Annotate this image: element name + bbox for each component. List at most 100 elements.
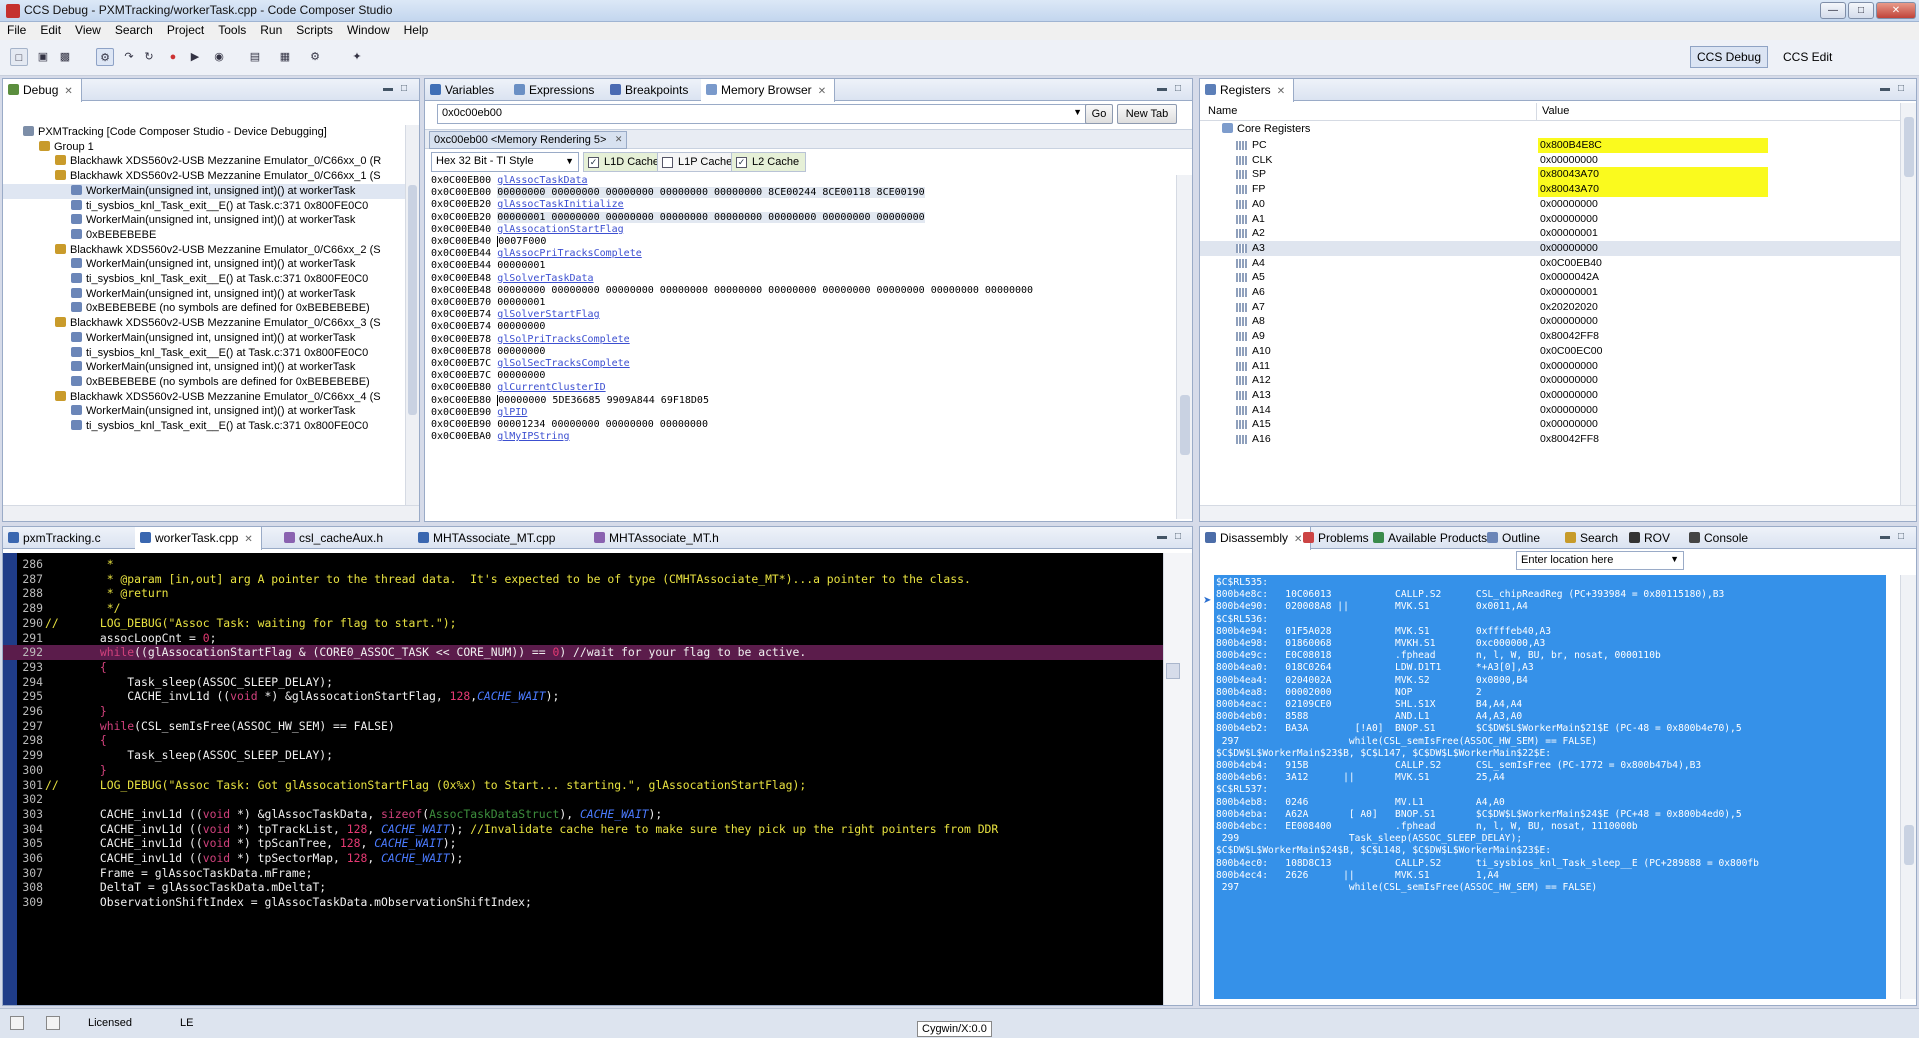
menu-window[interactable]: Window: [340, 22, 397, 37]
cache-checkbox-1[interactable]: L1P Cache: [657, 152, 740, 172]
debug-tree-row[interactable]: ti_sysbios_knl_Task_exit__E() at Task.c:…: [3, 199, 368, 214]
memory-symbol-link[interactable]: glCurrentClusterID: [497, 382, 605, 393]
maximize-button[interactable]: □: [1848, 2, 1874, 19]
debug-tree-row[interactable]: PXMTracking [Code Composer Studio - Devi…: [3, 125, 327, 140]
register-value[interactable]: 0x00000000: [1538, 417, 1768, 432]
code-line[interactable]: 296 }: [3, 704, 1163, 719]
memory-symbol-link[interactable]: glSolverTaskData: [497, 273, 593, 284]
tab-disassembly[interactable]: Disassembly ✕: [1200, 527, 1312, 550]
tab-debug[interactable]: Debug ✕: [3, 79, 82, 102]
minimize-icon[interactable]: ▬: [1157, 531, 1169, 543]
disassembly-line[interactable]: 800b4eb6: 3A12 || MVK.S1 25,A4: [1216, 772, 1505, 784]
editor-tab[interactable]: csl_cacheAux.h: [279, 527, 391, 549]
disassembly-line[interactable]: $C$DW$L$WorkerMain$23$B, $C$L147, $C$DW$…: [1216, 748, 1551, 760]
register-value[interactable]: 0x0000042A: [1538, 270, 1768, 285]
register-value[interactable]: 0x80042FF8: [1538, 432, 1768, 447]
menu-scripts[interactable]: Scripts: [289, 22, 340, 37]
register-row[interactable]: PC 0x800B4E8C: [1200, 138, 1900, 153]
maximize-icon[interactable]: □: [1175, 83, 1187, 95]
minimize-icon[interactable]: ▬: [1880, 531, 1892, 543]
debug-icon[interactable]: ⚙: [96, 48, 114, 66]
register-row[interactable]: A6 0x00000001: [1200, 285, 1900, 300]
menu-edit[interactable]: Edit: [33, 22, 68, 37]
registers-scroll-thumb[interactable]: [1904, 117, 1914, 177]
disassembly-line[interactable]: 800b4e94: 01F5A028 MVK.S1 0xffffeb40,A3: [1216, 626, 1551, 638]
debug-tree-row[interactable]: Blackhawk XDS560v2-USB Mezzanine Emulato…: [3, 154, 381, 169]
register-value[interactable]: 0x80042FF8: [1538, 329, 1768, 344]
tab-memory-browser[interactable]: Memory Browser ✕: [701, 79, 836, 102]
code-line[interactable]: 304 CACHE_invL1d ((void *) tpTrackList, …: [3, 822, 1163, 837]
address-input[interactable]: 0x0c00eb00 ▼: [437, 104, 1087, 124]
register-value[interactable]: 0x80043A70: [1538, 167, 1768, 183]
memory-symbol-link[interactable]: glSolverStartFlag: [497, 309, 599, 320]
register-row[interactable]: A16 0x80042FF8: [1200, 432, 1900, 447]
new-icon[interactable]: □: [10, 48, 28, 66]
editor-tab[interactable]: pxmTracking.c: [3, 527, 109, 549]
editor-tab[interactable]: MHTAssociate_MT.h: [589, 527, 727, 549]
memory-data[interactable]: 00001234 00000000 00000000 00000000: [497, 419, 708, 430]
disassembly-line[interactable]: 800b4ec4: 2626 || MVK.S1 1,A4: [1216, 870, 1499, 882]
stop-icon[interactable]: ●: [164, 48, 182, 66]
register-row[interactable]: FP 0x80043A70: [1200, 182, 1900, 197]
column-value[interactable]: Value: [1542, 105, 1569, 117]
code-line[interactable]: 292 while((glAssocationStartFlag & (CORE…: [3, 645, 1163, 660]
core-registers-group[interactable]: Core Registers: [1222, 123, 1310, 135]
register-row[interactable]: A3 0x00000000: [1200, 240, 1900, 256]
memory-data[interactable]: 0007F000: [497, 236, 547, 247]
maximize-icon[interactable]: □: [1898, 531, 1910, 543]
debug-tree-row[interactable]: WorkerMain(unsigned int, unsigned int)()…: [3, 404, 355, 419]
register-value[interactable]: 0x00000000: [1538, 359, 1768, 374]
connect-icon[interactable]: ◉: [210, 48, 228, 66]
registers-scrollbar[interactable]: [1900, 103, 1916, 505]
memory-data[interactable]: 00000000 00000000 00000000 00000000 0000…: [497, 285, 1033, 296]
register-value[interactable]: 0x0C00EC00: [1538, 344, 1768, 359]
tab-search[interactable]: Search: [1560, 527, 1626, 549]
disassembly-scroll-thumb[interactable]: [1904, 825, 1914, 865]
print-icon[interactable]: ▩: [56, 48, 74, 66]
menu-tools[interactable]: Tools: [211, 22, 253, 37]
register-value[interactable]: 0x00000000: [1538, 314, 1768, 329]
status-icon[interactable]: [10, 1016, 24, 1030]
memory-symbol-link[interactable]: glMyIPString: [497, 431, 569, 442]
disassembly-line[interactable]: 800b4e8c: 10C06013 CALLP.S2 CSL_chipRead…: [1216, 589, 1724, 601]
registers-hscrollbar[interactable]: [1200, 505, 1916, 521]
window-icon[interactable]: ▤: [246, 48, 264, 66]
disassembly-line[interactable]: 800b4e98: 01860068 MVKH.S1 0xc000000,A3: [1216, 638, 1545, 650]
code-line[interactable]: 305 CACHE_invL1d ((void *) tpScanTree, 1…: [3, 836, 1163, 851]
code-line[interactable]: 297 while(CSL_semIsFree(ASSOC_HW_SEM) ==…: [3, 719, 1163, 734]
code-line[interactable]: 303 CACHE_invL1d ((void *) &glAssocTaskD…: [3, 807, 1163, 822]
chevron-down-icon[interactable]: ▼: [1073, 107, 1082, 117]
tab-variables[interactable]: Variables: [425, 79, 502, 101]
location-input[interactable]: Enter location here ▼: [1516, 551, 1684, 570]
code-line[interactable]: 289 */: [3, 601, 1163, 616]
memory-data[interactable]: 00000000: [497, 346, 545, 357]
wand-icon[interactable]: ✦: [348, 48, 366, 66]
debug-scrollbar[interactable]: [405, 125, 419, 505]
register-value[interactable]: 0x00000000: [1538, 212, 1768, 227]
new-tab-button[interactable]: New Tab: [1117, 104, 1177, 124]
disassembly-line[interactable]: 800b4ea8: 00002000 NOP 2: [1216, 687, 1482, 699]
code-line[interactable]: 294 Task_sleep(ASSOC_SLEEP_DELAY);: [3, 675, 1163, 690]
cache-checkbox-0[interactable]: ✓ L1D Cache: [583, 152, 667, 172]
memory-data[interactable]: 00000001: [497, 260, 545, 271]
register-value[interactable]: 0x00000000: [1538, 403, 1768, 418]
debug-tree-row[interactable]: ti_sysbios_knl_Task_exit__E() at Task.c:…: [3, 272, 368, 287]
cache-checkbox-2[interactable]: ✓ L2 Cache: [731, 152, 807, 172]
chart-icon[interactable]: ▦: [276, 48, 294, 66]
disassembly-line[interactable]: 297 while(CSL_semIsFree(ASSOC_HW_SEM) ==…: [1216, 736, 1597, 748]
disassembly-line[interactable]: 800b4ec0: 108D8C13 CALLP.S2 ti_sysbios_k…: [1216, 858, 1759, 870]
debug-tree-row[interactable]: 0xBEBEBEBE: [3, 228, 156, 243]
memory-symbol-link[interactable]: glSolSecTracksComplete: [497, 358, 629, 369]
register-row[interactable]: SP 0x80043A70: [1200, 167, 1900, 183]
disassembly-line[interactable]: 800b4eb4: 915B CALLP.S2 CSL_semIsFree (P…: [1216, 760, 1701, 772]
format-select[interactable]: Hex 32 Bit - TI Style ▼: [431, 152, 579, 172]
register-row[interactable]: A4 0x0C00EB40: [1200, 256, 1900, 271]
code-line[interactable]: 309 ObservationShiftIndex = glAssocTaskD…: [3, 895, 1163, 910]
maximize-icon[interactable]: □: [1898, 83, 1910, 95]
editor-tab[interactable]: workerTask.cpp ✕: [135, 527, 262, 550]
debug-tree-row[interactable]: ti_sysbios_knl_Task_exit__E() at Task.c:…: [3, 346, 368, 361]
debug-tree-row[interactable]: WorkerMain(unsigned int, unsigned int)()…: [3, 287, 355, 302]
memory-symbol-link[interactable]: glSolPriTracksComplete: [497, 334, 629, 345]
menu-search[interactable]: Search: [108, 22, 160, 37]
disassembly-line[interactable]: 800b4e9c: E0C08018 .fphead n, l, W, BU, …: [1216, 650, 1661, 662]
